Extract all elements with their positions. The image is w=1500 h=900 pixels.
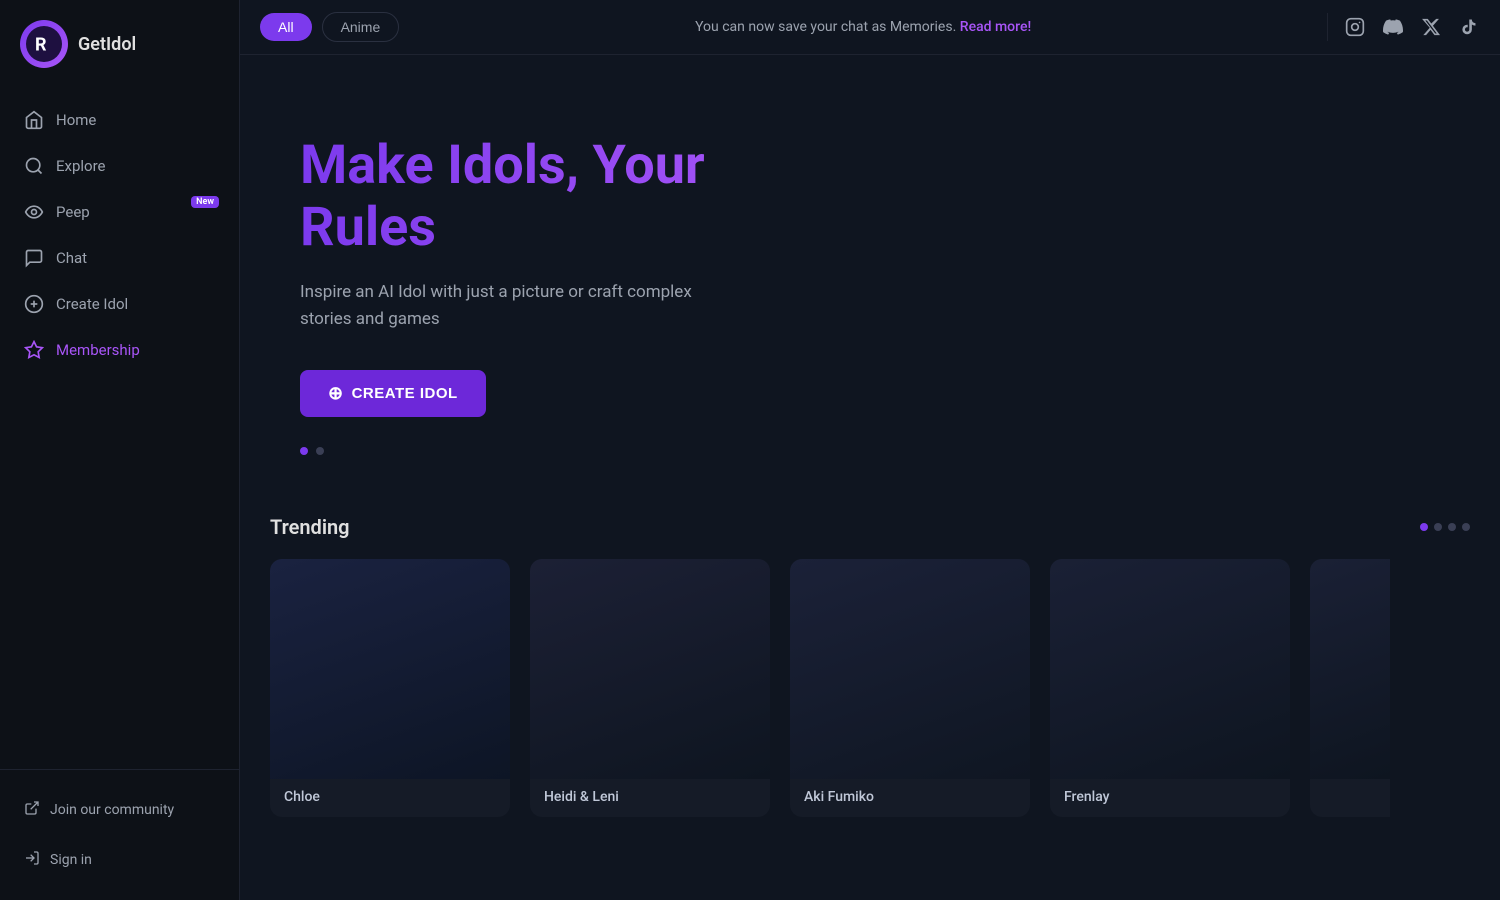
sign-in-button[interactable]: Sign in	[10, 840, 229, 880]
read-more-link[interactable]: Read more!	[960, 19, 1031, 35]
trending-card-0[interactable]: Chloe	[270, 559, 510, 817]
membership-icon	[24, 340, 44, 360]
trending-card-2[interactable]: Aki Fumiko	[790, 559, 1030, 817]
join-community-label: Join our community	[50, 802, 174, 818]
hero-subtitle: Inspire an AI Idol with just a picture o…	[300, 279, 700, 333]
logo-icon: R	[20, 20, 68, 68]
card-name-3: Frenlay	[1050, 779, 1290, 817]
topbar-social-icons	[1327, 13, 1480, 41]
card-name-0: Chloe	[270, 779, 510, 817]
sidebar-item-explore[interactable]: Explore	[10, 144, 229, 188]
hero-dot-1[interactable]	[300, 447, 308, 455]
sidebar-item-label-peep: Peep	[56, 203, 90, 221]
hero-section: Make Idols, Your Rules Inspire an AI Ido…	[240, 55, 1500, 495]
sidebar-item-label-chat: Chat	[56, 249, 87, 267]
trending-title: Trending	[270, 515, 350, 539]
card-name-1: Heidi & Leni	[530, 779, 770, 817]
trending-header: Trending	[270, 515, 1470, 539]
sidebar-item-home[interactable]: Home	[10, 98, 229, 142]
main-content: All Anime You can now save your chat as …	[240, 0, 1500, 900]
trending-dot-4[interactable]	[1462, 523, 1470, 531]
tiktok-icon[interactable]	[1458, 16, 1480, 38]
hero-dot-2[interactable]	[316, 447, 324, 455]
trending-section: Trending Chloe Heidi & Leni Aki Fumiko	[240, 495, 1500, 847]
card-image-partial	[1310, 559, 1390, 779]
create-icon	[24, 294, 44, 314]
card-image-2	[790, 559, 1030, 779]
external-link-icon	[24, 800, 40, 820]
sidebar-item-chat[interactable]: Chat	[10, 236, 229, 280]
trending-carousel-dots	[1420, 523, 1470, 531]
instagram-icon[interactable]	[1344, 16, 1366, 38]
hero-carousel-dots	[300, 447, 1440, 455]
create-idol-label: CREATE IDOL	[352, 385, 458, 402]
join-community-link[interactable]: Join our community	[10, 790, 229, 830]
plus-icon: ⊕	[328, 383, 344, 404]
topbar-notice-text: You can now save your chat as Memories. …	[695, 19, 1031, 35]
svg-text:R: R	[35, 34, 47, 55]
sidebar-bottom: Join our community Sign in	[0, 769, 239, 900]
trending-dot-1[interactable]	[1420, 523, 1428, 531]
twitter-icon[interactable]	[1420, 16, 1442, 38]
separator	[1327, 13, 1328, 41]
trending-card-1[interactable]: Heidi & Leni	[530, 559, 770, 817]
logo-area[interactable]: R GetIdol	[0, 0, 239, 88]
filter-all-button[interactable]: All	[260, 13, 312, 41]
trending-cards-grid: Chloe Heidi & Leni Aki Fumiko Frenlay	[270, 559, 1470, 817]
sidebar-item-label-explore: Explore	[56, 157, 106, 175]
topbar: All Anime You can now save your chat as …	[240, 0, 1500, 55]
sidebar-item-create-idol[interactable]: Create Idol	[10, 282, 229, 326]
sidebar-navigation: Home Explore Peep New	[0, 98, 239, 769]
trending-dot-2[interactable]	[1434, 523, 1442, 531]
sign-in-icon	[24, 850, 40, 870]
filter-anime-button[interactable]: Anime	[322, 12, 400, 42]
explore-icon	[24, 156, 44, 176]
card-image-0	[270, 559, 510, 779]
sidebar-item-peep[interactable]: Peep New	[10, 190, 229, 234]
create-idol-button[interactable]: ⊕ CREATE IDOL	[300, 370, 486, 417]
peep-icon	[24, 202, 44, 222]
card-name-2: Aki Fumiko	[790, 779, 1030, 817]
trending-card-3[interactable]: Frenlay	[1050, 559, 1290, 817]
sign-in-label: Sign in	[50, 852, 92, 868]
logo-text: GetIdol	[78, 34, 136, 55]
new-badge: New	[191, 196, 219, 208]
home-icon	[24, 110, 44, 130]
chat-icon	[24, 248, 44, 268]
sidebar-item-label-membership: Membership	[56, 341, 140, 359]
sidebar-item-membership[interactable]: Membership	[10, 328, 229, 372]
discord-icon[interactable]	[1382, 16, 1404, 38]
card-image-3	[1050, 559, 1290, 779]
trending-card-partial[interactable]	[1310, 559, 1390, 817]
sidebar: R GetIdol Home Explore	[0, 0, 240, 900]
card-image-1	[530, 559, 770, 779]
trending-dot-3[interactable]	[1448, 523, 1456, 531]
hero-title: Make Idols, Your Rules	[300, 135, 800, 259]
topbar-filters: All Anime	[260, 12, 399, 42]
sidebar-item-label-home: Home	[56, 111, 96, 129]
sidebar-item-label-create: Create Idol	[56, 295, 128, 313]
